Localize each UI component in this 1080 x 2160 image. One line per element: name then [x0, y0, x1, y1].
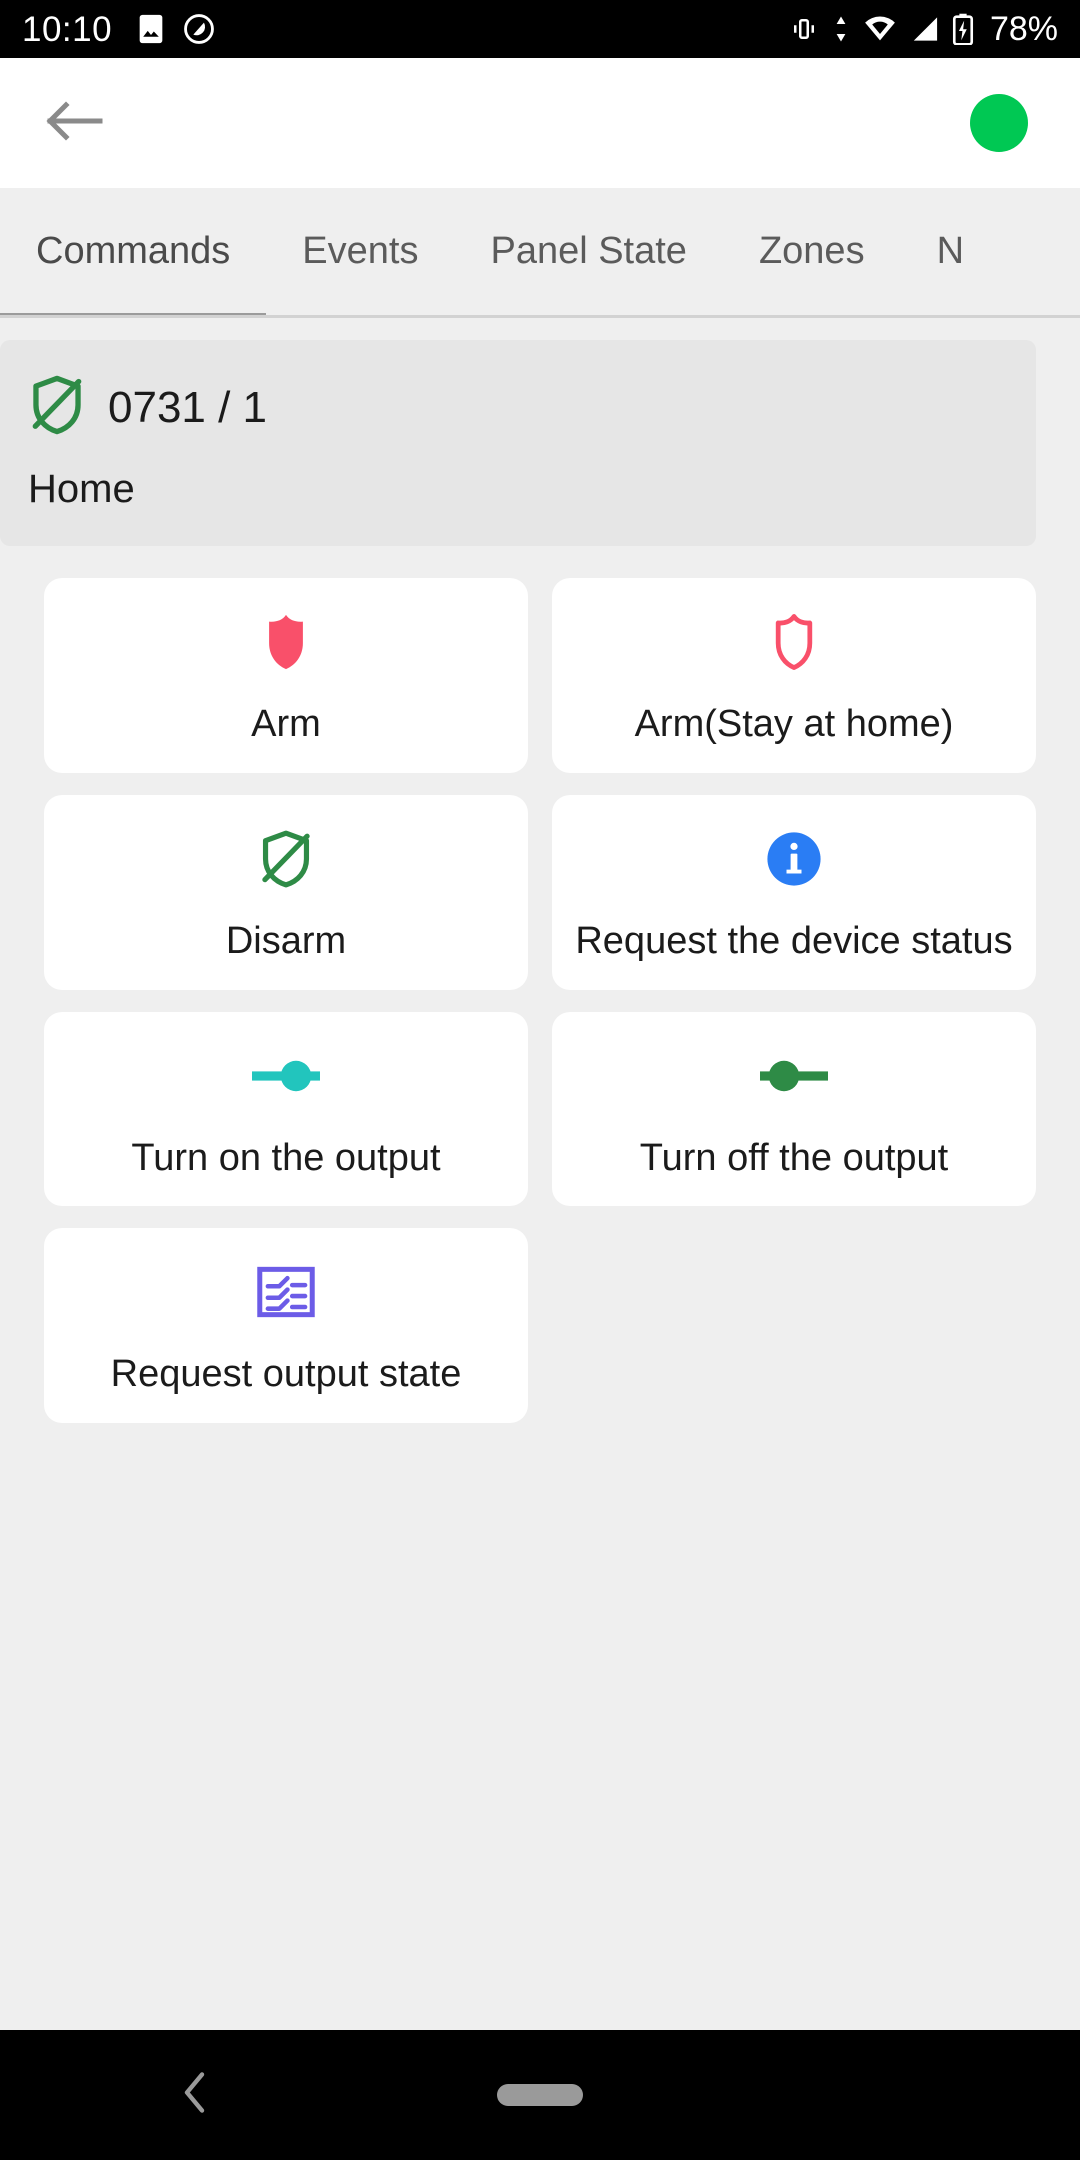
status-right-icons: 78% — [789, 12, 1058, 46]
vibrate-icon — [789, 14, 819, 44]
tab-commands[interactable]: Commands — [0, 188, 267, 315]
no-entry-icon — [182, 12, 216, 46]
info-circle-icon — [765, 825, 823, 893]
status-clock: 10:10 — [22, 9, 113, 49]
image-icon — [134, 12, 168, 46]
tab-partial[interactable]: N — [901, 188, 1000, 315]
tab-bar[interactable]: Commands Events Panel State Zones N — [0, 188, 1080, 318]
tab-panel-state[interactable]: Panel State — [454, 188, 722, 315]
toggle-off-icon — [758, 1042, 830, 1110]
command-card-arm-stay-at-home[interactable]: Arm(Stay at home) — [552, 578, 1036, 773]
command-label: Disarm — [225, 919, 347, 962]
tab-label: Zones — [758, 230, 865, 272]
shield-off-icon — [258, 825, 314, 893]
command-card-arm[interactable]: Arm — [44, 578, 528, 773]
command-card-disarm[interactable]: Disarm — [44, 794, 528, 990]
command-label: Request output state — [110, 1353, 462, 1396]
tab-label: Events — [302, 230, 419, 272]
nav-back-button[interactable] — [180, 2069, 210, 2122]
command-card-turn-on-output[interactable]: Turn on the output — [44, 1011, 528, 1207]
command-label: Arm — [251, 703, 321, 745]
battery-percent-label: 78% — [989, 10, 1058, 48]
cellular-signal-icon — [908, 14, 940, 44]
command-label: Turn off the output — [639, 1136, 949, 1179]
panel-subtitle: Home — [28, 467, 135, 511]
nav-home-pill[interactable] — [497, 2084, 583, 2106]
toggle-on-icon — [250, 1042, 322, 1110]
command-label: Turn on the output — [131, 1136, 441, 1179]
data-transfer-icon — [830, 14, 852, 44]
content-area: 0731 / 1 Home Arm Arm(Stay at home) Disa… — [0, 318, 1080, 2030]
shield-off-icon — [28, 374, 86, 441]
panel-title: 0731 / 1 — [108, 382, 268, 432]
tab-label: Commands — [36, 230, 231, 272]
panel-summary-card[interactable]: 0731 / 1 Home — [0, 340, 1036, 546]
list-state-icon — [255, 1258, 317, 1326]
shield-filled-icon — [260, 608, 312, 676]
command-card-request-output-state[interactable]: Request output state — [44, 1228, 528, 1424]
shield-outline-icon — [768, 608, 820, 676]
command-card-request-device-status[interactable]: Request the device status — [552, 794, 1036, 990]
back-button[interactable] — [44, 88, 114, 158]
command-label: Request the device status — [575, 919, 1013, 962]
battery-charging-icon — [951, 13, 975, 45]
app-bar — [0, 58, 1080, 188]
nav-back-icon — [180, 2072, 210, 2121]
system-navigation-bar — [0, 2030, 1080, 2160]
tab-label: N — [936, 230, 965, 272]
tab-label: Panel State — [490, 230, 687, 272]
panel-summary-row: 0731 / 1 — [28, 374, 1036, 441]
status-left-icons — [134, 12, 216, 46]
command-card-turn-off-output[interactable]: Turn off the output — [552, 1011, 1036, 1207]
status-bar: 10:10 78% — [0, 0, 1080, 58]
wifi-icon — [863, 14, 897, 44]
tab-events[interactable]: Events — [266, 188, 454, 315]
tab-zones[interactable]: Zones — [723, 188, 901, 315]
phone-screen: 10:10 78% Commands Events Panel State Zo… — [0, 0, 1080, 2160]
command-label: Arm(Stay at home) — [634, 703, 954, 745]
connection-status-indicator[interactable] — [970, 94, 1028, 152]
commands-grid: Arm Arm(Stay at home) Disarm Request the… — [44, 578, 1036, 1424]
back-arrow-icon — [44, 97, 106, 150]
